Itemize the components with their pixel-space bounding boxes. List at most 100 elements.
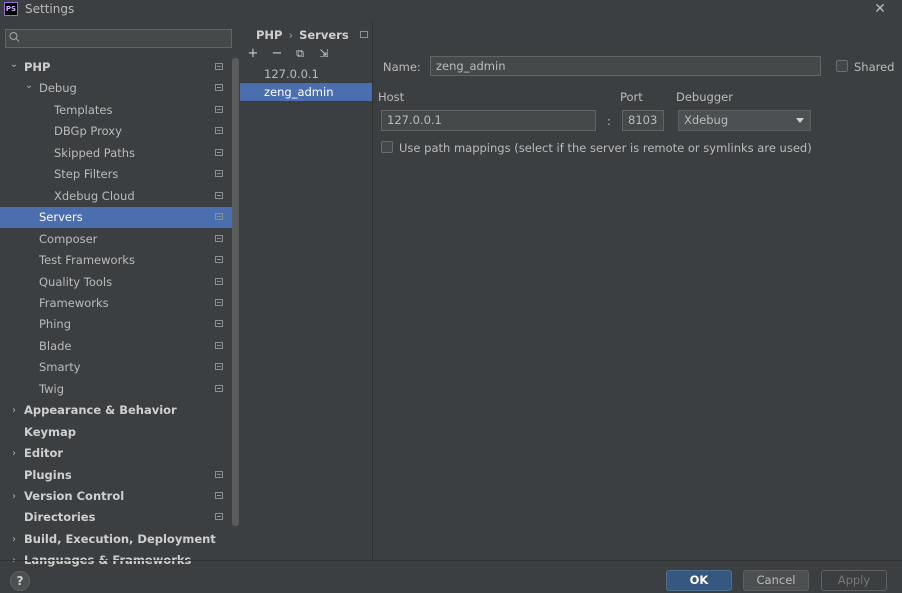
breadcrumb-separator: › [288,28,294,42]
host-label: Host [378,90,405,104]
sidebar-item-label: Servers [39,210,83,225]
project-scope-icon [215,341,223,349]
sidebar-item[interactable]: › Build, Execution, Deployment [0,529,239,550]
port-label: Port [620,90,643,104]
window-title: Settings [25,2,75,16]
help-button[interactable]: ? [10,571,30,591]
sidebar-item-label: Composer [39,231,98,246]
sidebar-item[interactable]: ⌄ PHP [0,57,239,78]
sidebar-item[interactable]: › Version Control [0,486,239,507]
sidebar-item-label: Keymap [24,424,76,439]
sidebar-item[interactable]: Blade [0,336,239,357]
sidebar-item[interactable]: Keymap [0,422,239,443]
sidebar-item-label: Test Frameworks [39,253,135,268]
project-scope-icon [215,277,223,285]
title-bar: PS Settings ✕ [0,0,902,20]
sidebar-item[interactable]: › Appearance & Behavior [0,400,239,421]
sidebar-item[interactable]: Smarty [0,357,239,378]
sidebar-item[interactable]: Step Filters [0,164,239,185]
server-list-item[interactable]: 127.0.0.1 [240,65,372,83]
sidebar-item-label: DBGp Proxy [54,124,122,139]
ok-button[interactable]: OK [666,570,732,591]
debugger-selected-value: Xdebug [684,113,729,127]
debugger-dropdown[interactable]: Xdebug [678,110,811,131]
sidebar-item-label: Xdebug Cloud [54,188,135,203]
search-icon [9,31,21,46]
sidebar-item-label: Debug [39,81,77,96]
project-scope-icon [215,105,223,113]
sidebar-item[interactable]: ⌄ Debug [0,78,239,99]
sidebar-item[interactable]: › Editor [0,443,239,464]
sidebar-item-label: Phing [39,317,72,332]
sidebar-item-label: Editor [24,446,64,461]
chevron-right-icon[interactable]: › [9,443,19,464]
cancel-button[interactable]: Cancel [743,570,809,591]
sidebar-item-label: Frameworks [39,295,109,310]
remove-server-button[interactable]: − [270,47,284,61]
project-scope-icon [215,170,223,178]
sidebar-item-label: Skipped Paths [54,145,136,160]
sidebar-item-label: Appearance & Behavior [24,403,177,418]
project-scope-icon [215,492,223,499]
host-port-separator: : [607,114,611,128]
sidebar-item-label: Build, Execution, Deployment [24,531,216,546]
project-scope-icon [215,191,223,199]
path-mappings-checkbox[interactable] [381,141,393,153]
sidebar-item[interactable]: Frameworks [0,293,239,314]
sidebar-item[interactable]: Twig [0,379,239,400]
debugger-label: Debugger [676,90,733,104]
add-server-button[interactable]: + [246,47,260,61]
sidebar-item-label: Directories [24,510,96,525]
shared-checkbox[interactable] [836,60,848,72]
breadcrumb-parent[interactable]: PHP [256,28,282,42]
sidebar-item-label: Step Filters [54,167,119,182]
chevron-down-icon[interactable]: ⌄ [24,75,34,96]
project-scope-icon [215,256,223,264]
project-scope-icon [215,148,223,156]
chevron-down-icon[interactable]: ⌄ [9,54,19,75]
apply-button[interactable]: Apply [821,570,887,591]
sidebar-item-label: Twig [39,381,65,396]
import-server-button[interactable]: ⇲ [317,47,331,61]
sidebar-item-label: Quality Tools [39,274,113,289]
sidebar-item[interactable]: DBGp Proxy [0,121,239,142]
sidebar-item[interactable]: Directories [0,507,239,528]
sidebar-scrollbar[interactable] [232,58,239,526]
path-mappings-label: Use path mappings (select if the server … [399,141,812,155]
copy-server-button[interactable]: ⧉ [293,47,307,61]
chevron-right-icon[interactable]: › [9,400,19,421]
sidebar-item[interactable]: Skipped Paths [0,143,239,164]
search-input[interactable] [5,29,232,48]
sidebar-item-label: Version Control [24,489,125,503]
sidebar-item[interactable]: Quality Tools [0,272,239,293]
sidebar-item-label: Templates [54,102,113,117]
project-scope-icon [215,127,223,135]
sidebar-item[interactable]: Templates [0,100,239,121]
sidebar-item[interactable]: Xdebug Cloud [0,186,239,207]
breadcrumb-current: Servers [299,28,349,42]
project-scope-icon [215,213,223,221]
chevron-right-icon[interactable]: › [9,529,19,550]
project-scope-icon [360,31,368,38]
close-icon[interactable]: ✕ [872,1,888,17]
sidebar-item-label: Blade [39,338,72,353]
divider [0,560,902,561]
chevron-right-icon[interactable]: › [9,486,19,507]
port-field[interactable]: 8103 [622,110,664,131]
project-scope-icon [215,513,223,521]
sidebar-item[interactable]: Test Frameworks [0,250,239,271]
sidebar-item[interactable]: Composer [0,229,239,250]
sidebar-item[interactable]: Servers [0,207,239,229]
project-scope-icon [215,298,223,306]
host-field[interactable]: 127.0.0.1 [381,110,596,131]
project-scope-icon [215,63,223,70]
project-scope-icon [215,234,223,242]
sidebar-item[interactable]: Plugins [0,465,239,486]
server-list-item[interactable]: zeng_admin [240,83,372,101]
sidebar-item[interactable]: Phing [0,314,239,335]
chevron-down-icon [796,118,804,123]
project-scope-icon [215,470,223,478]
name-field[interactable]: zeng_admin [430,56,821,76]
server-list-pane [240,22,373,560]
phpstorm-logo-icon: PS [4,2,18,16]
